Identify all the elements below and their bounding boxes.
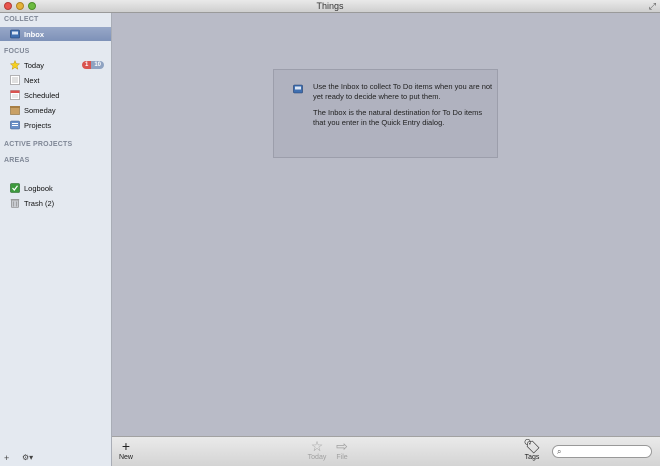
sidebar-item-trash[interactable]: Trash (2) [0, 196, 111, 210]
sidebar-item-label: Today [24, 60, 45, 70]
add-area-button[interactable]: + [4, 453, 9, 463]
sidebar-item-next[interactable]: Next [0, 73, 111, 87]
sidebar-item-today[interactable]: Today 1 10 [0, 58, 111, 72]
sidebar-item-label: Inbox [24, 29, 44, 39]
inbox-info-box: Use the Inbox to collect To Do items whe… [273, 69, 498, 158]
fullscreen-icon[interactable]: ⤢ [649, 1, 656, 12]
sidebar-item-someday[interactable]: Someday [0, 103, 111, 117]
sidebar-item-label: Projects [24, 120, 52, 130]
today-label: Today [307, 454, 327, 461]
trash-icon [10, 199, 20, 208]
sidebar-item-projects[interactable]: Projects [0, 118, 111, 132]
box-icon [10, 106, 20, 115]
title-bar: Things ⤢ [0, 0, 660, 13]
sidebar-item-label: Next [24, 75, 40, 85]
gear-icon[interactable]: ⚙▾ [22, 453, 33, 462]
info-paragraph: Use the Inbox to collect To Do items whe… [313, 82, 493, 101]
search-input[interactable] [569, 447, 647, 456]
arrow-right-icon: ⇨ [336, 438, 348, 454]
star-outline-icon: ☆ [310, 438, 324, 454]
sidebar-item-label: Someday [24, 105, 56, 115]
today-button[interactable]: ☆ Today [306, 438, 328, 462]
sidebar-item-logbook[interactable]: Logbook [0, 181, 111, 195]
star-icon [10, 60, 20, 70]
bottom-toolbar: + New ☆ Today ⇨ File 🏷 Tags ⌕ [112, 436, 660, 466]
inbox-info-text: Use the Inbox to collect To Do items whe… [313, 82, 493, 134]
file-button[interactable]: ⇨ File [334, 438, 350, 462]
section-focus: FOCUS [4, 48, 30, 55]
sidebar-item-label: Trash (2) [24, 198, 55, 208]
info-paragraph: The Inbox is the natural destination for… [313, 108, 483, 127]
section-collect: COLLECT [4, 16, 39, 23]
section-active-projects: ACTIVE PROJECTS [4, 141, 73, 148]
tags-label: Tags [524, 454, 540, 461]
sidebar-item-label: Logbook [24, 183, 53, 193]
main-content: Use the Inbox to collect To Do items whe… [112, 13, 660, 436]
inbox-icon [10, 29, 20, 39]
search-field[interactable]: ⌕ [552, 445, 652, 458]
sidebar-item-scheduled[interactable]: Scheduled [0, 88, 111, 102]
sidebar-item-label: Scheduled [24, 90, 60, 100]
today-badge: 1 10 [81, 61, 104, 69]
calendar-icon [10, 90, 20, 100]
window-title: Things [316, 1, 344, 11]
inbox-icon [293, 84, 303, 94]
next-list-icon [10, 75, 20, 85]
tags-button[interactable]: 🏷 Tags [522, 438, 542, 462]
sidebar: COLLECT Inbox FOCUS Today 1 10 Next Sche… [0, 13, 112, 466]
new-label: New [118, 454, 133, 461]
today-count-badge: 10 [91, 61, 104, 69]
logbook-icon [10, 183, 20, 193]
new-button[interactable]: + New [118, 438, 134, 462]
search-icon: ⌕ [557, 447, 562, 456]
sidebar-footer: + ⚙▾ [0, 452, 111, 466]
plus-icon: + [121, 438, 131, 454]
section-areas: AREAS [4, 157, 30, 164]
due-count-badge: 1 [81, 61, 92, 69]
tag-icon: 🏷 [523, 438, 541, 454]
file-label: File [336, 454, 348, 461]
sidebar-item-inbox[interactable]: Inbox [0, 27, 111, 41]
projects-icon [10, 120, 20, 130]
